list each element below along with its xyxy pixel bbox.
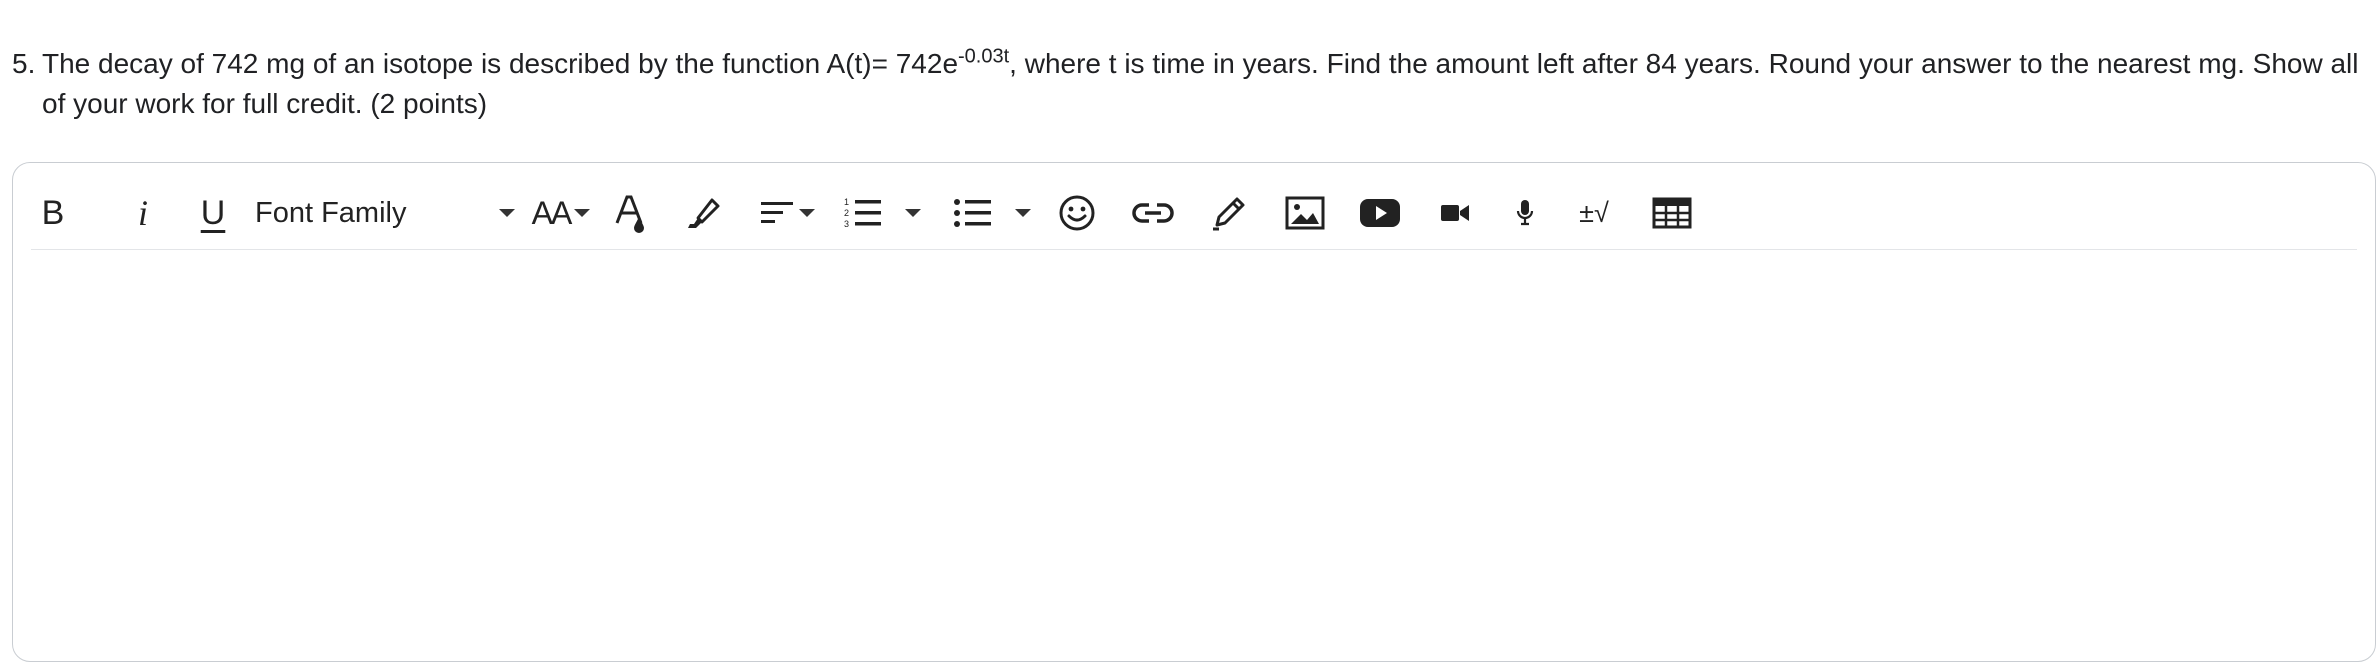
video-button[interactable] xyxy=(1357,191,1403,235)
question-prompt: 5. The decay of 742 mg of an isotope is … xyxy=(12,44,2362,124)
italic-icon: i xyxy=(137,193,148,233)
chevron-down-icon xyxy=(799,209,815,217)
draw-button[interactable] xyxy=(1207,191,1251,235)
editor-content-area[interactable] xyxy=(31,259,2357,661)
chevron-down-icon xyxy=(1015,209,1031,217)
chevron-down-icon xyxy=(574,209,591,217)
ordered-list-button[interactable]: 1 2 3 xyxy=(837,191,927,235)
text-color-icon xyxy=(615,195,644,233)
record-video-button[interactable] xyxy=(1435,191,1475,235)
question-text-part: The decay of 742 mg of an isotope is des… xyxy=(42,48,959,79)
unordered-list-button[interactable] xyxy=(947,191,1037,235)
ordered-list-icon: 1 2 3 xyxy=(844,197,881,229)
align-icon xyxy=(761,202,793,223)
emoji-icon xyxy=(1059,195,1095,231)
question-number: 5. xyxy=(12,48,36,79)
record-audio-button[interactable] xyxy=(1507,191,1543,235)
math-icon: ±√ xyxy=(1579,197,1609,228)
video-icon xyxy=(1360,199,1400,227)
font-size-icon: AA xyxy=(531,194,573,231)
font-family-label: Font Family xyxy=(255,196,407,229)
unordered-list-icon xyxy=(954,199,991,227)
underline-button[interactable]: U xyxy=(193,191,233,235)
italic-button[interactable]: i xyxy=(123,191,163,235)
question-text: The decay of 742 mg of an isotope is des… xyxy=(42,44,2362,124)
svg-text:3: 3 xyxy=(844,219,849,229)
bold-button[interactable]: B xyxy=(33,191,73,235)
draw-icon xyxy=(1213,197,1245,231)
highlight-icon xyxy=(688,198,720,228)
highlight-button[interactable] xyxy=(683,191,723,235)
align-button[interactable] xyxy=(755,191,819,235)
underline-icon: U xyxy=(200,193,226,232)
svg-text:1: 1 xyxy=(844,197,849,207)
editor-toolbar: B i U Font Family AA 1 2 3 ±√ xyxy=(31,185,2357,250)
link-button[interactable] xyxy=(1129,191,1177,235)
svg-text:2: 2 xyxy=(844,208,849,218)
font-size-button[interactable]: AA xyxy=(529,191,593,235)
image-button[interactable] xyxy=(1283,191,1327,235)
chevron-down-icon xyxy=(499,209,515,217)
bold-icon: B xyxy=(41,193,65,232)
table-button[interactable] xyxy=(1649,191,1695,235)
font-family-dropdown[interactable]: Font Family xyxy=(255,191,515,235)
table-icon xyxy=(1652,197,1692,229)
math-equation-button[interactable]: ±√ xyxy=(1571,191,1617,235)
question-exponent: -0.03t xyxy=(958,45,1010,68)
chevron-down-icon xyxy=(905,209,921,217)
rich-text-editor: B i U Font Family AA 1 2 3 ±√ xyxy=(12,162,2376,662)
video-camera-icon xyxy=(1441,205,1469,221)
microphone-icon xyxy=(1516,200,1534,226)
text-color-button[interactable] xyxy=(611,191,651,235)
emoji-button[interactable] xyxy=(1055,191,1099,235)
link-icon xyxy=(1132,203,1174,223)
image-icon xyxy=(1285,196,1325,230)
